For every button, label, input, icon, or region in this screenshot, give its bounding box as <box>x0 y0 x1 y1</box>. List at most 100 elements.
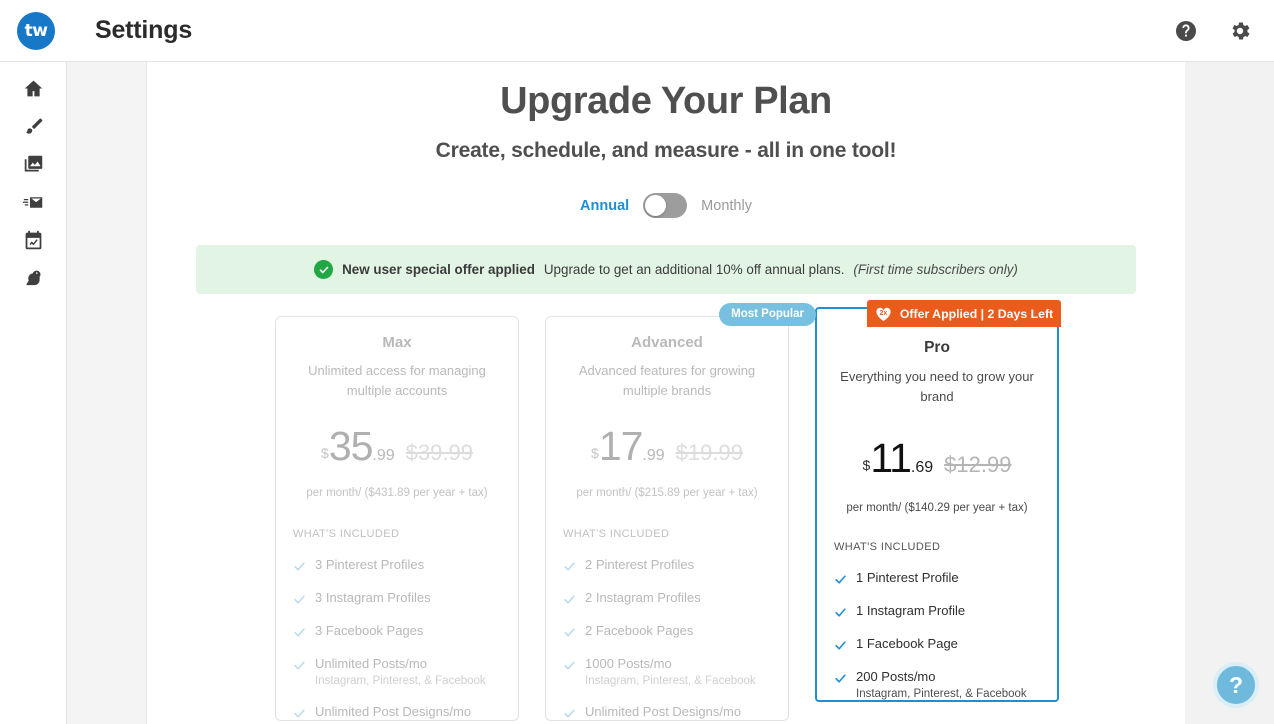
top-bar: tw Settings <box>0 0 1274 62</box>
paintbrush-icon <box>25 118 42 134</box>
plan-billing-note: per month/ ($431.89 per year + tax) <box>306 487 488 499</box>
plan-card-pro[interactable]: 2x Offer Applied | 2 Days Left Pro Every… <box>815 300 1061 702</box>
feature-label: 2 Facebook Pages <box>585 623 694 638</box>
feature-sublabel: Instagram, Pinterest, & Facebook <box>856 688 1027 700</box>
check-icon <box>563 560 576 573</box>
promo-italic-text: (First time subscribers only) <box>853 262 1018 277</box>
promo-text: Upgrade to get an additional 10% off ann… <box>543 262 845 277</box>
feature-label: 3 Facebook Pages <box>315 623 424 638</box>
upgrade-subheading: Create, schedule, and measure - all in o… <box>435 139 897 162</box>
plan-description: Unlimited access for managing multiple a… <box>308 363 486 398</box>
plan-name: Pro <box>924 339 950 356</box>
billing-annual-label[interactable]: Annual <box>580 198 629 214</box>
gear-icon[interactable] <box>1228 19 1252 43</box>
bird-icon <box>25 270 40 285</box>
feature-label: 2 Pinterest Profiles <box>585 557 695 572</box>
price-cents: .99 <box>642 447 665 464</box>
billing-period-switch[interactable] <box>643 193 688 218</box>
send-mail-icon <box>22 196 42 208</box>
feature-label: Unlimited Post Designs/mo <box>585 704 742 719</box>
help-circle-icon[interactable] <box>1174 19 1198 43</box>
sidebar-item-calendar[interactable] <box>9 228 57 252</box>
price-cents: .69 <box>910 459 934 476</box>
feature-label: 1 Pinterest Profile <box>856 570 959 585</box>
price-cents: .99 <box>372 447 395 464</box>
plan-description: Advanced features for growing multiple b… <box>578 363 756 398</box>
plan-name: Max <box>382 334 412 351</box>
page-title: Settings <box>95 16 193 44</box>
sidebar-item-media[interactable] <box>9 152 57 176</box>
currency-symbol: $ <box>862 457 871 473</box>
offer-applied-badge: 2x Offer Applied | 2 Days Left <box>867 300 1061 327</box>
feature-label: Unlimited Posts/mo <box>315 656 427 671</box>
feature-label: Unlimited Post Designs/mo <box>315 704 472 719</box>
feature-label: 1 Facebook Page <box>856 636 958 651</box>
plan-feature: 2 Facebook Pages <box>563 623 771 639</box>
plan-price: $ 17 .99 $19.99 <box>563 423 771 470</box>
promo-banner: New user special offer applied Upgrade t… <box>196 245 1136 294</box>
plan-feature: Unlimited Post Designs/mo <box>293 704 501 720</box>
feature-label: 3 Pinterest Profiles <box>315 557 425 572</box>
plan-card-max[interactable]: Max Unlimited access for managing multip… <box>275 316 519 721</box>
calendar-analytics-icon <box>25 230 41 249</box>
sidebar-item-home[interactable] <box>9 76 57 100</box>
price-whole: 35 <box>328 423 374 469</box>
home-icon <box>24 80 42 96</box>
check-icon <box>563 626 576 639</box>
check-icon <box>834 606 847 619</box>
currency-symbol: $ <box>321 445 329 461</box>
whats-included-label: WHAT'S INCLUDED <box>293 528 400 540</box>
check-circle-icon <box>314 260 334 279</box>
billing-monthly-label[interactable]: Monthly <box>701 198 752 214</box>
upgrade-plan-panel: Upgrade Your Plan Create, schedule, and … <box>147 62 1185 724</box>
topbar-actions <box>1174 19 1252 43</box>
feature-sublabel: Instagram, Pinterest, & Facebook <box>585 675 756 687</box>
check-icon <box>293 626 306 639</box>
sidebar-item-social[interactable] <box>9 266 57 290</box>
check-icon <box>293 560 306 573</box>
whats-included-label: WHAT'S INCLUDED <box>834 541 941 553</box>
image-icon <box>24 155 42 171</box>
plan-billing-note: per month/ ($140.29 per year + tax) <box>846 502 1028 514</box>
sidebar-item-publish[interactable] <box>9 190 57 214</box>
check-icon <box>834 672 847 685</box>
feature-label: 3 Instagram Profiles <box>315 590 431 605</box>
plan-feature: 1000 Posts/mo <box>563 656 771 672</box>
plans-row: Max Unlimited access for managing multip… <box>147 300 1185 721</box>
feature-label: 200 Posts/mo <box>856 669 936 684</box>
heart-badge-text: 2x <box>879 309 888 317</box>
check-icon <box>834 639 847 652</box>
plan-billing-note: per month/ ($215.89 per year + tax) <box>576 487 758 499</box>
feature-label: 1000 Posts/mo <box>585 656 672 671</box>
check-icon <box>293 659 306 672</box>
whats-included-label: WHAT'S INCLUDED <box>563 528 670 540</box>
old-price: $12.99 <box>944 452 1012 477</box>
old-price: $19.99 <box>675 440 743 465</box>
switch-knob <box>645 195 667 216</box>
check-icon <box>293 707 306 720</box>
secondary-rail <box>67 62 147 724</box>
plan-feature: 1 Facebook Page <box>834 636 1040 652</box>
price-whole: 11 <box>870 435 912 481</box>
promo-bold-text: New user special offer applied <box>342 262 535 277</box>
check-icon <box>563 593 576 606</box>
plan-name: Advanced <box>631 334 703 351</box>
upgrade-heading: Upgrade Your Plan <box>500 80 832 122</box>
most-popular-badge: Most Popular <box>719 303 816 326</box>
help-fab-button[interactable]: ? <box>1213 662 1259 708</box>
plan-description: Everything you need to grow your brand <box>840 369 1034 404</box>
check-icon <box>563 659 576 672</box>
app-logo[interactable]: tw <box>17 11 55 50</box>
check-icon <box>293 593 306 606</box>
plan-feature: 2 Pinterest Profiles <box>563 557 771 573</box>
sidebar <box>0 62 67 724</box>
plan-feature: 200 Posts/mo <box>834 669 1040 685</box>
price-whole: 17 <box>598 423 644 469</box>
plan-feature: 3 Instagram Profiles <box>293 590 501 606</box>
offer-badge-text: Offer Applied | 2 Days Left <box>899 306 1054 321</box>
sidebar-item-create[interactable] <box>9 114 57 138</box>
feature-label: 1 Instagram Profile <box>856 603 966 618</box>
plan-feature: 3 Pinterest Profiles <box>293 557 501 573</box>
plan-feature: 2 Instagram Profiles <box>563 590 771 606</box>
plan-card-advanced[interactable]: Most Popular Advanced Advanced features … <box>545 303 816 721</box>
